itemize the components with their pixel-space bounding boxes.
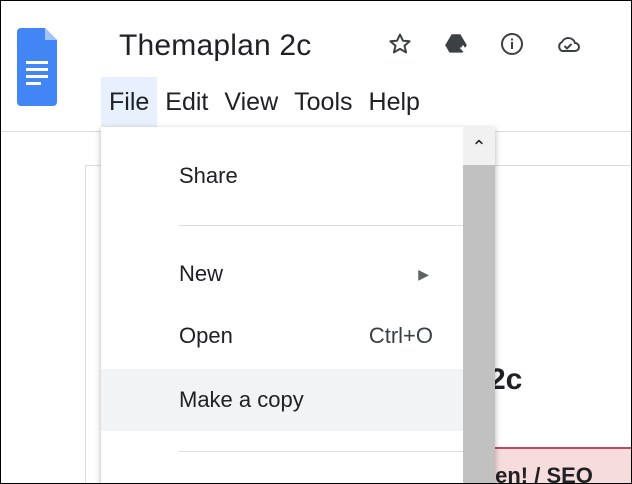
scroll-up-arrow-icon[interactable]: ⌃ [463,135,495,159]
menubar: File Edit View Tools Help [101,77,428,127]
menu-item-make-a-copy[interactable]: Make a copy [101,369,463,431]
menu-item-label: Share [179,163,238,188]
menu-item-label: Make a copy [179,387,304,412]
docs-icon[interactable] [17,28,57,106]
menu-item-open[interactable]: Open Ctrl+O [101,305,463,367]
menu-edit[interactable]: Edit [157,77,216,127]
menu-file[interactable]: File [101,77,158,127]
document-highlight-text: ien! / SEO [489,463,593,484]
cloud-saved-icon[interactable] [551,27,585,61]
file-menu: Share New ▶ Open Ctrl+O Make a copy ⌃ [101,127,495,483]
document-title[interactable]: Themaplan 2c [119,29,312,63]
menu-item-share[interactable]: Share [101,145,463,207]
menu-item-label: New [179,261,224,286]
submenu-arrow-icon: ▶ [418,265,429,282]
info-icon[interactable] [495,27,529,61]
window: Themaplan 2c File Edit View Tools Help 2… [0,0,632,484]
menu-separator [179,225,463,226]
drive-move-icon[interactable] [439,27,473,61]
menu-item-label: Open [179,323,233,348]
menu-item-new[interactable]: New ▶ [101,243,463,305]
menu-view[interactable]: View [216,77,286,127]
star-icon[interactable] [383,27,417,61]
title-icons [383,27,585,61]
menu-scrollbar-thumb[interactable] [463,165,495,483]
menu-separator [179,451,463,452]
menu-help[interactable]: Help [361,77,428,127]
menu-tools[interactable]: Tools [286,77,360,127]
menu-item-shortcut: Ctrl+O [368,323,433,348]
